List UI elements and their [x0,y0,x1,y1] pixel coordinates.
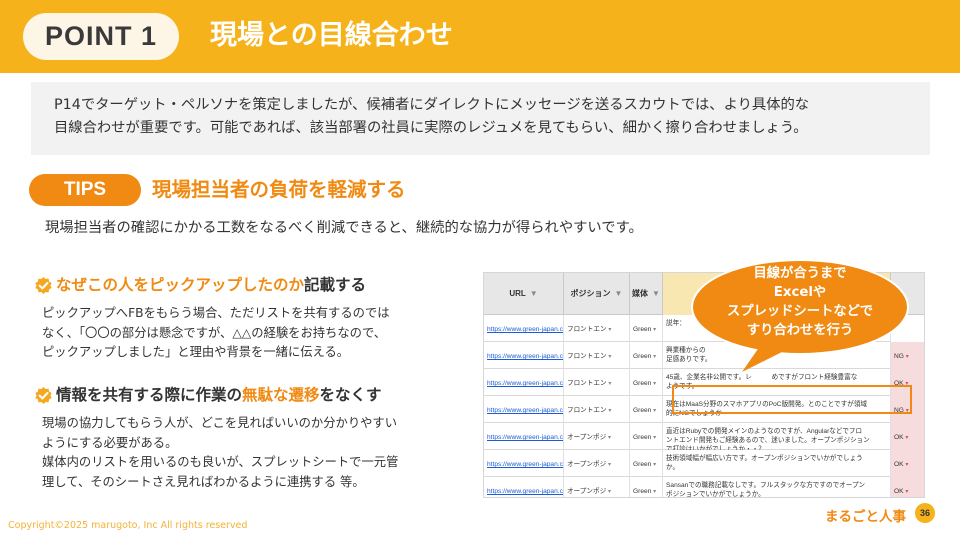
section-1-heading-highlight: なぜこの人をピックアップしたのか [56,276,305,294]
section-2-line: 媒体内のリストを用いるのも良いが、スプレットシートで一元管 [42,455,399,469]
section-2-line: 理して、そのシートさえ見ればわかるように連携する 等。 [42,474,365,489]
tips-badge: TIPS [29,174,141,206]
sheet-cell-media: Green ▾ [630,369,663,396]
sheet-col-position: ポジション ▼ [564,273,630,315]
point-badge: POINT 1 [23,13,179,60]
sheet-cell-comment: Sansanでの職務記載なしです。フルスタックな方ですのでオープン ポジションで… [663,477,891,497]
sheet-cell-url: https://www.green-japan.com [484,369,564,396]
copyright: Copyright©2025 marugoto, Inc All rights … [8,520,248,531]
sheet-cell-status: OK ▾ [891,450,924,477]
sheet-cell-position: フロントエン ▾ [564,315,630,342]
section-2-heading-highlight: 無駄な遷移 [242,386,320,404]
section-1-line: ピックアップへFBをもらう場合、ただリストを共有するのでは [42,306,390,320]
section-2-heading-c: をなくす [319,386,382,404]
tips-subtitle: 現場担当者の確認にかかる工数をなるべく削減できると、継続的な協力が得られやすいで… [45,220,643,236]
sheet-cell-url: https://www.green-japan.com [484,342,564,369]
sheet-col-media: 媒体 ▼ [630,273,663,315]
check-badge-icon [35,386,52,404]
intro-line-1: P14でターゲット・ペルソナを策定しましたが、候補者にダイレクトにメッセージを送… [54,97,810,113]
sheet-cell-url: https://www.green-japan.com [484,315,564,342]
sheet-cell-comment: 技術領域幅が幅広い方です。オープンポジションでいかがでしょう か。 [663,450,891,477]
section-1-heading-rest: 記載する [304,276,367,294]
section-2-body: 現場の協力してもらう人が、どこを見ればいいのか分かりやすい ようにする必要がある… [42,414,398,492]
check-badge-icon [35,276,52,294]
sheet-row: https://www.green-japan.com オープンポジ ▾ Green… [484,423,924,450]
brand-logo: まるごと人事 [825,509,906,525]
bubble-text: 目線が合うまで Excelや スプレッドシートなどで すり合わせを行う [690,264,910,340]
section-2-line: ようにする必要がある。 [42,435,178,450]
section-1-line: ピックアップしました」と理由や背景を一緒に伝える。 [42,345,350,359]
sheet-cell-position: オープンポジ ▾ [564,450,630,477]
section-2-heading: 情報を共有する際に作業の 無駄な遷移 をなくす [34,384,382,406]
bubble-line: すり合わせを行う [746,323,854,338]
sheet-cell-position: フロントエン ▾ [564,396,630,423]
sheet-cell-url: https://www.green-japan.com [484,477,564,497]
intro-box: P14でターゲット・ペルソナを策定しましたが、候補者にダイレクトにメッセージを送… [31,82,930,155]
sheet-cell-media: Green ▾ [630,450,663,477]
sheet-cell-media: Green ▾ [630,315,663,342]
section-2-line: 現場の協力してもらう人が、どこを見ればいいのか分かりやすい [42,416,398,430]
section-1-body: ピックアップへFBをもらう場合、ただリストを共有するのでは なく、「〇〇の部分は… [42,304,390,363]
page-number: 36 [915,503,935,523]
sheet-row: https://www.green-japan.com オープンポジ ▾ Green… [484,450,924,477]
sheet-col-url: URL ▼ [484,273,564,315]
sheet-cell-position: フロントエン ▾ [564,369,630,396]
sheet-row: https://www.green-japan.com オープンポジ ▾ Green… [484,477,924,497]
intro-line-2: 目線合わせが重要です。可能であれば、該当部署の社員に実際のレジュメを見てもらい、… [54,120,808,136]
bubble-line: Excelや [773,285,827,300]
sheet-cell-media: Green ▾ [630,396,663,423]
section-1-heading: なぜこの人をピックアップしたのか 記載する [34,274,366,296]
page-title: 現場との目線合わせ [210,20,453,51]
sheet-cell-media: Green ▾ [630,477,663,497]
sheet-cell-comment: 直近はRubyでの開発メインのようなのですが、Angularなどでフロ ントエン… [663,423,891,450]
sheet-cell-position: フロントエン ▾ [564,342,630,369]
sheet-cell-status: OK ▾ [891,423,924,450]
sheet-cell-position: オープンポジ ▾ [564,477,630,497]
header-bar: POINT 1 現場との目線合わせ [0,0,960,73]
sheet-cell-status: OK ▾ [891,477,924,497]
sheet-cell-url: https://www.green-japan.com [484,396,564,423]
section-1-line: なく、「〇〇の部分は懸念ですが、△△の経験をお持ちなので、 [42,325,387,340]
sheet-cell-url: https://www.green-japan.com [484,423,564,450]
bubble-line: 目線が合うまで [753,266,847,281]
sheet-cell-media: Green ▾ [630,342,663,369]
tips-title: 現場担当者の負荷を軽減する [152,178,406,201]
section-2-heading-a: 情報を共有する際に作業の [56,386,243,404]
sheet-cell-url: https://www.green-japan.com [484,450,564,477]
bubble-line: スプレッドシートなどで [727,304,873,319]
sheet-cell-media: Green ▾ [630,423,663,450]
highlight-box [672,385,912,414]
sheet-cell-position: オープンポジ ▾ [564,423,630,450]
